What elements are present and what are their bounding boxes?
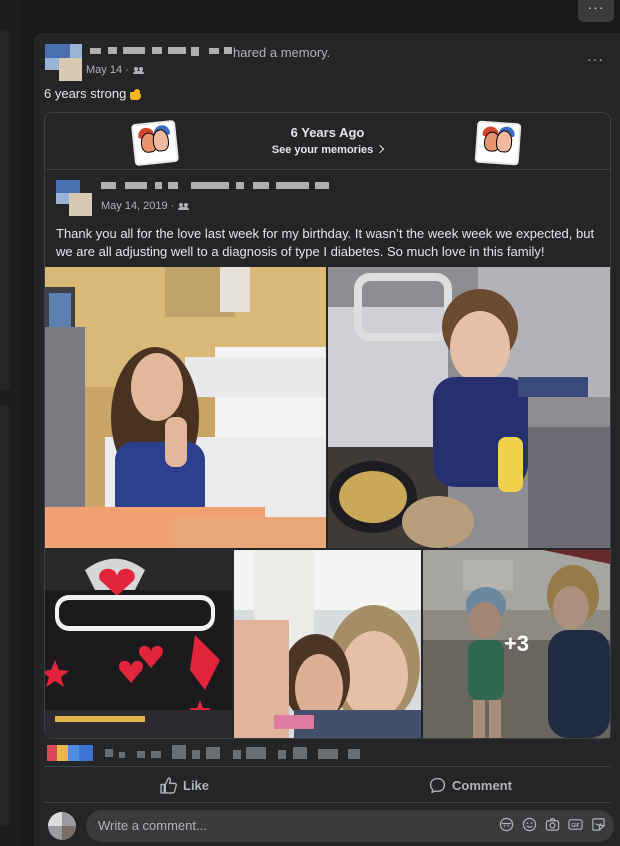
camera-icon[interactable] bbox=[545, 817, 560, 832]
original-post-text: Thank you all for the love last week for… bbox=[56, 226, 595, 259]
memory-card: 6 Years Ago See your memories May 14, 20… bbox=[44, 112, 611, 739]
photo-hospital-thumbs-up[interactable] bbox=[45, 267, 326, 548]
original-post-date[interactable]: May 14, 2019 · bbox=[101, 200, 190, 212]
thumbs-up-icon bbox=[160, 776, 177, 794]
left-background-column bbox=[0, 0, 20, 846]
photo-swim[interactable]: +3 bbox=[423, 550, 610, 738]
post-action-text: hared a memory. bbox=[233, 45, 331, 60]
svg-text:GIF: GIF bbox=[571, 823, 580, 829]
divider bbox=[44, 802, 610, 803]
gif-icon[interactable]: GIF bbox=[568, 817, 583, 832]
comment-placeholder: Write a comment... bbox=[98, 818, 207, 833]
friends-icon bbox=[178, 202, 190, 210]
comment-icon bbox=[429, 777, 446, 794]
avatar-sticker-icon[interactable] bbox=[499, 817, 514, 832]
friends-sticker-icon bbox=[474, 120, 522, 166]
see-memories-link[interactable]: See your memories bbox=[45, 144, 610, 156]
more-options-button[interactable]: ··· bbox=[578, 0, 614, 22]
more-photos-count[interactable]: +3 bbox=[423, 550, 610, 738]
comment-composer: Write a comment... GIF bbox=[44, 810, 614, 844]
sticker-icon[interactable] bbox=[591, 817, 606, 832]
post-date[interactable]: May 14 bbox=[86, 64, 122, 76]
photo-selfie[interactable] bbox=[234, 550, 421, 738]
photo-hospital-banana[interactable] bbox=[328, 267, 610, 548]
friends-icon bbox=[132, 66, 144, 74]
post-more-options-button[interactable]: ··· bbox=[587, 51, 604, 67]
comment-button[interactable]: Comment bbox=[429, 768, 512, 802]
emoji-icon[interactable] bbox=[522, 817, 537, 832]
chevron-right-icon bbox=[376, 144, 385, 154]
current-user-avatar[interactable] bbox=[48, 812, 76, 840]
photo-gymnastics-poster[interactable] bbox=[45, 550, 232, 738]
flexed-biceps-icon bbox=[129, 88, 143, 101]
post-meta: May 14 · bbox=[86, 64, 144, 76]
like-button[interactable]: Like bbox=[160, 768, 209, 802]
post-card: hared a memory. May 14 · ··· 6 years str… bbox=[34, 33, 620, 846]
memory-title: 6 Years Ago bbox=[290, 125, 365, 140]
left-card-edge bbox=[0, 405, 10, 825]
post-text: 6 years strong bbox=[44, 86, 143, 101]
original-author-avatar[interactable] bbox=[56, 180, 92, 216]
comment-input[interactable]: Write a comment... GIF bbox=[86, 810, 614, 842]
memory-header[interactable]: 6 Years Ago See your memories bbox=[45, 113, 610, 170]
divider bbox=[44, 766, 610, 767]
author-avatar[interactable] bbox=[45, 44, 82, 81]
left-card-edge bbox=[0, 30, 10, 390]
